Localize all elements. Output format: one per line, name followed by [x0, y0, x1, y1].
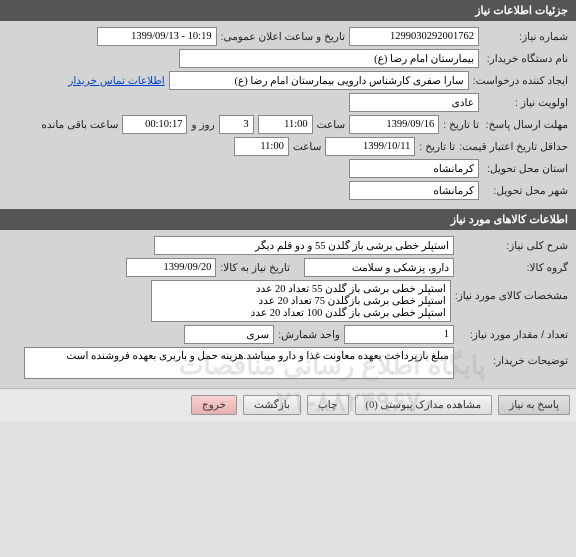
- label-hours-remaining: ساعت باقی مانده: [41, 119, 118, 131]
- input-unit[interactable]: [184, 325, 274, 344]
- textarea-buyer-notes[interactable]: مبلغ بازپرداخت بعهده معاونت غذا و دارو م…: [24, 347, 454, 379]
- label-days-and: روز و: [191, 119, 214, 131]
- label-response-deadline: مهلت ارسال پاسخ:: [483, 119, 568, 131]
- input-delivery-province[interactable]: [349, 159, 479, 178]
- label-delivery-province: استان محل تحویل:: [483, 163, 568, 175]
- label-need-number: شماره نیاز:: [483, 31, 568, 43]
- input-goods-group[interactable]: [304, 258, 454, 277]
- input-need-number[interactable]: [349, 27, 479, 46]
- link-buyer-contact[interactable]: اطلاعات تماس خریدار: [68, 75, 164, 87]
- label-public-datetime: تاریخ و ساعت اعلان عمومی:: [221, 31, 345, 43]
- label-buyer-org: نام دستگاه خریدار:: [483, 53, 568, 65]
- label-goods-group: گروه کالا:: [458, 262, 568, 274]
- section-header-goods-info: اطلاعات کالاهای مورد نیاز: [0, 209, 576, 230]
- label-quantity: تعداد / مقدار مورد نیاز:: [458, 329, 568, 341]
- input-need-description[interactable]: [154, 236, 454, 255]
- footer-actions: پاسخ به نیاز مشاهده مدارک پیوستی (0) چاپ…: [0, 388, 576, 421]
- label-unit: واحد شمارش:: [278, 329, 340, 341]
- print-button[interactable]: چاپ: [307, 395, 349, 415]
- label-to-date-1: تا تاریخ :: [443, 119, 479, 131]
- need-info-form: شماره نیاز: تاریخ و ساعت اعلان عمومی: نا…: [0, 21, 576, 209]
- exit-button[interactable]: خروج: [191, 395, 237, 415]
- input-public-datetime[interactable]: [97, 27, 217, 46]
- input-buyer-org[interactable]: [179, 49, 479, 68]
- label-need-date: تاریخ نیاز به کالا:: [220, 262, 290, 274]
- input-creator[interactable]: [169, 71, 469, 90]
- input-countdown: [122, 115, 187, 134]
- label-goods-spec: مشخصات کالای مورد نیاز:: [455, 280, 568, 302]
- input-validity-date[interactable]: [325, 137, 415, 156]
- label-creator: ایجاد کننده درخواست:: [473, 75, 568, 87]
- back-button[interactable]: بازگشت: [243, 395, 301, 415]
- input-days-remaining: [219, 115, 254, 134]
- label-delivery-city: شهر محل تحویل:: [483, 185, 568, 197]
- input-need-date[interactable]: [126, 258, 216, 277]
- goods-info-form: پایگاه اطلاع رسانی مناقصات ۰۲۱-۸۸۲۴۹۶۷۰ …: [0, 230, 576, 388]
- view-attachments-button[interactable]: مشاهده مدارک پیوستی (0): [355, 395, 493, 415]
- input-deadline-date[interactable]: [349, 115, 439, 134]
- label-to-date-2: تا تاریخ :: [419, 141, 455, 153]
- input-deadline-time[interactable]: [258, 115, 313, 134]
- label-time-1: ساعت: [317, 119, 346, 131]
- label-need-description: شرح کلی نیاز:: [458, 240, 568, 252]
- input-delivery-city[interactable]: [349, 181, 479, 200]
- label-buyer-notes: توضیحات خریدار:: [458, 347, 568, 367]
- textarea-goods-spec[interactable]: استپلر خطی برشی باز گلدن 55 تعداد 20 عدد…: [151, 280, 451, 322]
- label-time-2: ساعت: [293, 141, 322, 153]
- label-priority: اولویت نیاز :: [483, 97, 568, 109]
- input-priority[interactable]: [349, 93, 479, 112]
- input-validity-time[interactable]: [234, 137, 289, 156]
- section-header-need-info: جزئیات اطلاعات نیاز: [0, 0, 576, 21]
- input-quantity[interactable]: [344, 325, 454, 344]
- respond-button[interactable]: پاسخ به نیاز: [498, 395, 570, 415]
- label-min-validity: حداقل تاریخ اعتبار قیمت:: [459, 141, 568, 153]
